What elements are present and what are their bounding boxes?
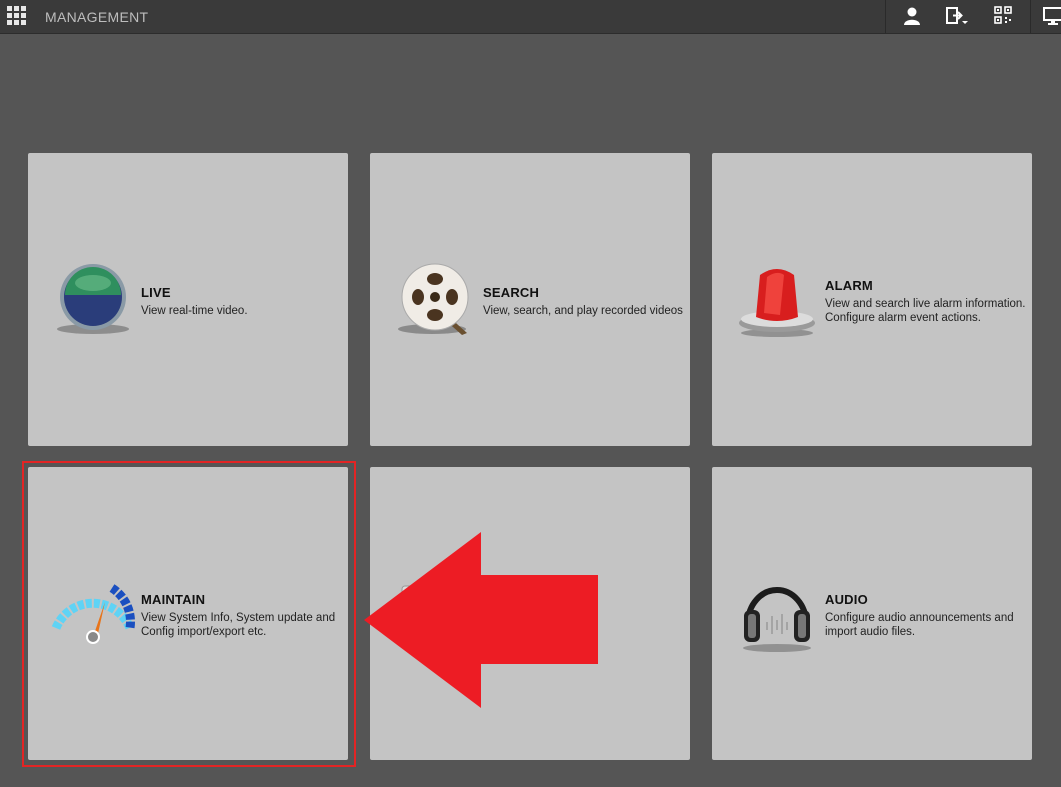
page-title: MANAGEMENT — [45, 9, 149, 25]
top-bar: MANAGEMENT — [0, 0, 1061, 34]
toolbar-divider — [1030, 0, 1031, 33]
monitor-icon[interactable] — [1040, 4, 1061, 28]
logout-icon[interactable] — [944, 4, 970, 28]
tile-live[interactable]: LIVE View real-time video. — [28, 153, 348, 446]
film-reel-icon — [392, 255, 478, 341]
tile-description: View real-time video. — [141, 305, 248, 317]
tile-title: ALARM — [825, 278, 873, 293]
tile-audio[interactable]: AUDIO Configure audio announcements and … — [712, 467, 1032, 760]
tile-title: LIVE — [141, 285, 171, 300]
tile-description: View and search live alarm information. … — [825, 298, 1026, 324]
toolbar-divider — [885, 0, 886, 33]
tile-title: MAINTAIN — [141, 592, 206, 607]
red-arrow-annotation — [364, 532, 598, 708]
speedometer-icon — [50, 568, 136, 654]
tile-description: View, search, and play recorded videos — [483, 305, 683, 317]
alarm-siren-icon — [734, 253, 820, 339]
tile-title: AUDIO — [825, 592, 868, 607]
tile-description: Configure audio announcements and import… — [825, 612, 1014, 638]
tile-alarm[interactable]: ALARM View and search live alarm informa… — [712, 153, 1032, 446]
tile-title: SEARCH — [483, 285, 540, 300]
monitor-sphere-icon — [50, 255, 136, 341]
tile-maintain[interactable]: MAINTAIN View System Info, System update… — [28, 467, 348, 760]
headphones-icon — [734, 568, 820, 654]
grid-menu-icon[interactable] — [7, 6, 27, 26]
user-icon[interactable] — [899, 4, 925, 28]
tile-description: View System Info, System update and Conf… — [141, 612, 336, 638]
tile-search[interactable]: SEARCH View, search, and play recorded v… — [370, 153, 690, 446]
qr-code-icon[interactable] — [990, 4, 1016, 28]
